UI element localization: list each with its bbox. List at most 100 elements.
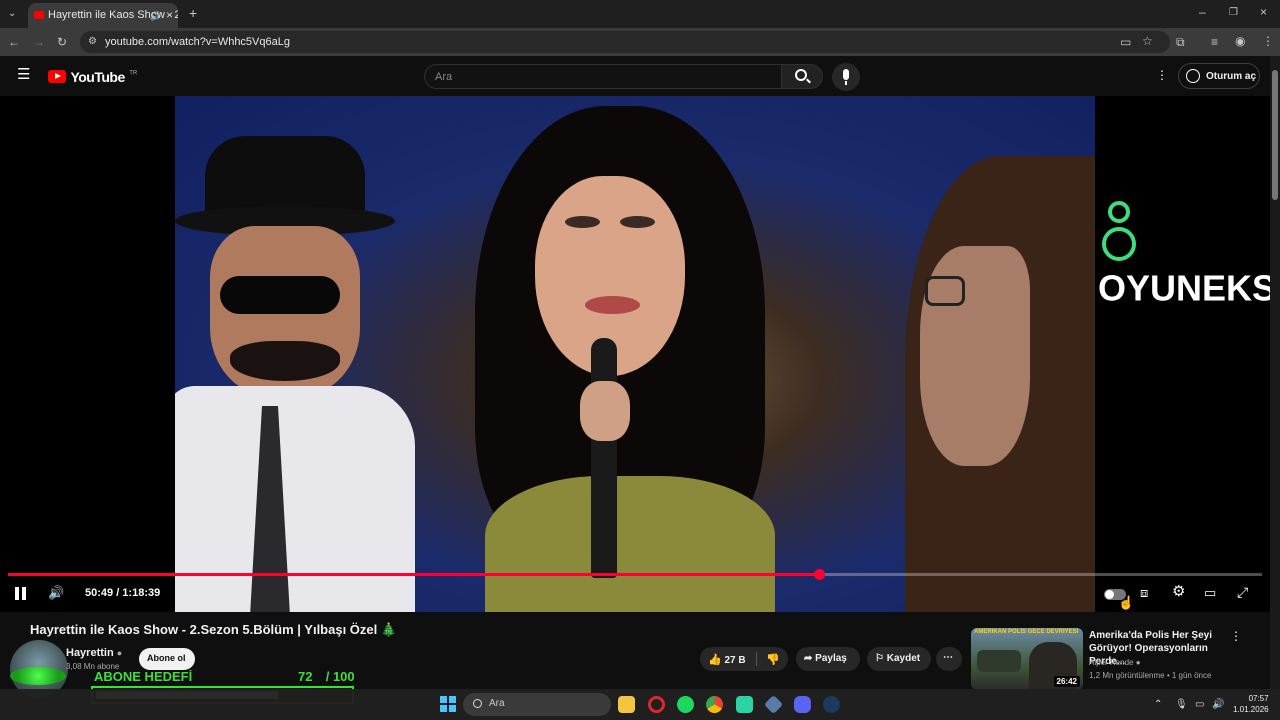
browser-toolbar: ← → ↻ ⚙ youtube.com/watch?v=Whhc5Vq6aLg … bbox=[0, 28, 1280, 56]
subtitles-icon[interactable]: ⧈ bbox=[1140, 586, 1148, 600]
sign-in-label: Oturum aç bbox=[1206, 71, 1257, 82]
window-close-icon[interactable]: × bbox=[1260, 5, 1267, 19]
mouse-cursor-icon: ☝ bbox=[1118, 595, 1135, 610]
thumbs-up-icon: 👍 bbox=[708, 654, 722, 666]
search-button[interactable] bbox=[781, 64, 823, 89]
youtube-play-logo-icon bbox=[48, 70, 66, 84]
chrome-icon[interactable] bbox=[706, 696, 723, 713]
tab-close-icon[interactable]: × bbox=[166, 8, 173, 22]
taskbar-search-placeholder: Ara bbox=[489, 698, 505, 709]
extensions-icon[interactable]: ⧉ bbox=[1176, 35, 1185, 49]
progress-bar-fill bbox=[8, 573, 820, 576]
video-frame[interactable] bbox=[175, 96, 1095, 612]
recommended-meta: 1,2 Mn görüntülenme • 1 gün önce bbox=[1089, 671, 1212, 680]
goal-target: / 100 bbox=[325, 669, 355, 684]
minimize-icon[interactable]: – bbox=[1199, 5, 1206, 19]
url-text: youtube.com/watch?v=Whhc5Vq6aLg bbox=[105, 36, 290, 48]
recommended-channel-name: Alper Rende bbox=[1089, 658, 1134, 667]
scrollbar-thumb[interactable] bbox=[1272, 70, 1278, 200]
youtube-logo[interactable]: YouTube TR bbox=[48, 68, 137, 86]
theater-mode-icon[interactable]: ▭ bbox=[1204, 586, 1216, 600]
site-info-icon[interactable]: ⚙ bbox=[88, 35, 97, 49]
channel-name[interactable]: Hayrettin ● bbox=[66, 647, 122, 659]
fullscreen-icon[interactable]: ⤢ bbox=[1237, 585, 1248, 599]
thumbs-down-icon: 👎 bbox=[766, 654, 780, 666]
search-input[interactable]: Ara bbox=[424, 64, 782, 89]
chrome-menu-icon[interactable]: ⋮ bbox=[1262, 34, 1274, 48]
discord-icon[interactable] bbox=[794, 696, 811, 713]
microphone-icon bbox=[843, 69, 849, 80]
dislike-button[interactable]: 👎 bbox=[758, 647, 788, 671]
forward-icon[interactable]: → bbox=[33, 35, 45, 49]
recommended-channel[interactable]: Alper Rende ● bbox=[1089, 658, 1141, 667]
channel-name-text: Hayrettin bbox=[66, 647, 114, 659]
region-code: TR bbox=[129, 70, 138, 77]
restore-icon[interactable]: ❐ bbox=[1229, 6, 1238, 20]
subscribe-button[interactable]: Abone ol bbox=[139, 648, 195, 670]
tab-audio-icon[interactable]: 🔊 bbox=[150, 9, 161, 23]
recommended-menu-icon[interactable]: ⋮ bbox=[1230, 629, 1242, 643]
network-tray-icon[interactable]: ▭ bbox=[1195, 698, 1204, 712]
media-controls-icon[interactable]: ≡ bbox=[1211, 35, 1218, 49]
network-app-icon[interactable] bbox=[763, 694, 784, 715]
browser-tab[interactable]: Hayrettin ile Kaos Show - 2. 🔊 × bbox=[28, 3, 178, 28]
cast-icon[interactable]: ▭ bbox=[1120, 35, 1131, 49]
windows-start-icon[interactable] bbox=[440, 696, 456, 712]
browser-tab-bar: ⌄ Hayrettin ile Kaos Show - 2. 🔊 × + – ❐… bbox=[0, 0, 1280, 28]
opera-icon[interactable] bbox=[648, 696, 665, 713]
new-tab-icon[interactable]: + bbox=[189, 6, 197, 20]
verified-badge-icon: ● bbox=[1135, 658, 1141, 667]
clock-time: 07:57 bbox=[1248, 694, 1269, 703]
address-bar[interactable]: ⚙ youtube.com/watch?v=Whhc5Vq6aLg bbox=[80, 31, 1170, 53]
man-with-hat-figure bbox=[175, 136, 415, 612]
more-horizontal-icon: ⋯ bbox=[943, 652, 953, 663]
app-icon[interactable] bbox=[736, 696, 753, 713]
reload-icon[interactable]: ↻ bbox=[57, 35, 67, 49]
subscriber-goal-count: 72 / 100 bbox=[298, 669, 355, 684]
spotify-icon[interactable] bbox=[677, 696, 694, 713]
goal-current: 72 bbox=[298, 669, 313, 684]
taskbar-clock[interactable]: 07:57 1.01.2026 bbox=[1233, 693, 1269, 715]
profile-icon[interactable]: ◉ bbox=[1235, 34, 1245, 48]
volume-icon[interactable]: 🔊 bbox=[48, 586, 64, 600]
windows-taskbar: Ara ⌃ 🎙 ▭ 🔊 07:57 1.01.2026 bbox=[0, 689, 1280, 720]
sign-in-button[interactable]: Oturum aç bbox=[1178, 63, 1260, 89]
like-count: 27 B bbox=[724, 655, 746, 666]
account-icon bbox=[1186, 69, 1200, 83]
hamburger-menu-icon[interactable]: ☰ bbox=[17, 67, 30, 82]
steam-icon[interactable] bbox=[823, 696, 840, 713]
watermark-logo-icon bbox=[1098, 201, 1140, 265]
settings-gear-icon[interactable]: ⚙ bbox=[1172, 584, 1185, 599]
microphone-tray-icon[interactable]: 🎙 bbox=[1175, 698, 1188, 712]
bookmark-star-icon[interactable]: ☆ bbox=[1142, 34, 1153, 48]
video-player[interactable]: OYUNEKS 🔊 50:49 / 1:18:39 ⧈ ⚙ ▭ ⤢ ☝ bbox=[0, 96, 1276, 612]
share-button[interactable]: ➦ Paylaş bbox=[796, 647, 860, 671]
verified-badge-icon: ● bbox=[116, 648, 123, 658]
taskbar-search[interactable]: Ara bbox=[463, 693, 611, 716]
back-icon[interactable]: ← bbox=[8, 35, 20, 49]
like-button[interactable]: 👍 27 B bbox=[700, 647, 756, 671]
woman-with-microphone-figure bbox=[415, 106, 855, 612]
video-duration: 26:42 bbox=[1053, 676, 1080, 687]
time-display: 50:49 / 1:18:39 bbox=[85, 587, 161, 599]
taskbar-search-icon bbox=[473, 699, 482, 708]
settings-more-icon[interactable]: ⋮ bbox=[1156, 68, 1168, 82]
tab-list-icon[interactable]: ⌄ bbox=[8, 7, 16, 21]
save-button[interactable]: ⚐ Kaydet bbox=[867, 647, 931, 671]
pause-icon[interactable] bbox=[15, 587, 27, 601]
more-actions-button[interactable]: ⋯ bbox=[936, 647, 962, 671]
video-title: Hayrettin ile Kaos Show - 2.Sezon 5.Bölü… bbox=[30, 622, 398, 637]
progress-bar[interactable] bbox=[8, 569, 1262, 580]
recommended-video-thumbnail[interactable]: AMERİKAN POLİS GECE DEVRİYESİ 26:42 bbox=[971, 628, 1083, 690]
clock-date: 1.01.2026 bbox=[1233, 705, 1269, 714]
channel-watermark: OYUNEKS bbox=[1098, 201, 1276, 309]
tray-overflow-icon[interactable]: ⌃ bbox=[1154, 698, 1162, 712]
voice-search-button[interactable] bbox=[832, 63, 860, 91]
like-dislike-group: 👍 27 B 👎 bbox=[700, 647, 788, 671]
share-icon: ➦ bbox=[804, 653, 813, 664]
youtube-logo-text: YouTube bbox=[70, 68, 125, 85]
volume-tray-icon[interactable]: 🔊 bbox=[1212, 698, 1224, 712]
share-label: Paylaş bbox=[815, 653, 847, 664]
file-explorer-icon[interactable] bbox=[618, 696, 635, 713]
page-scrollbar[interactable] bbox=[1270, 56, 1280, 689]
